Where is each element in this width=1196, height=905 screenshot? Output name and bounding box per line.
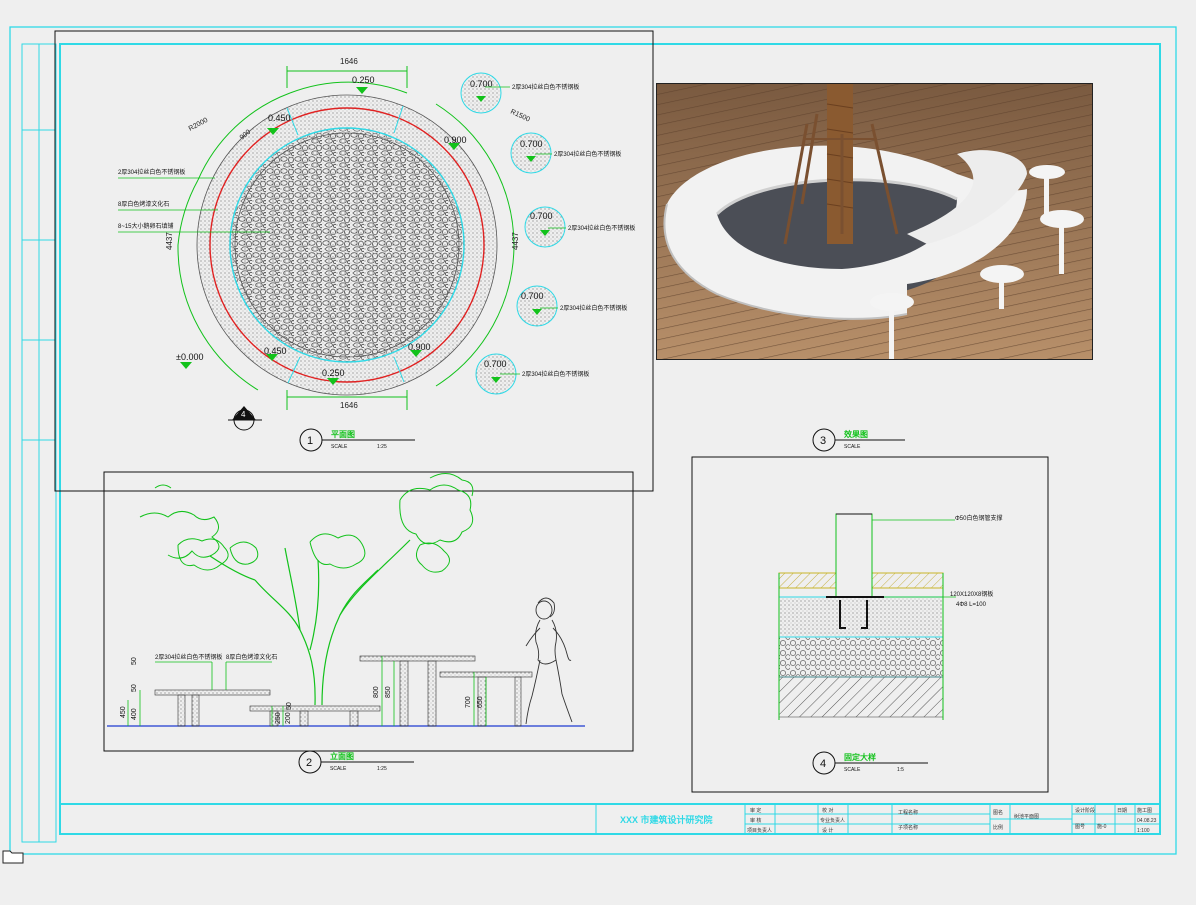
tb-row-1: 审 定	[750, 807, 761, 814]
plan-dim-top: 1646	[340, 57, 358, 66]
tb-date: 04.08.23	[1137, 818, 1157, 824]
level-seat-top: 0.250	[352, 75, 375, 85]
plan-note-steel: 2厚304拉丝白色不锈钢板	[118, 168, 185, 176]
plan-note-stone: 8厚白色烤漆文化石	[118, 200, 169, 208]
stool-note-4: 2厚304拉丝白色不锈钢板	[560, 304, 627, 312]
detail-note-plate: 120X120X8钢板	[950, 590, 993, 598]
plan-dim-right: 4437	[511, 232, 520, 250]
level-ll: 0.450	[264, 346, 287, 356]
level-ul: 0.450	[268, 113, 291, 123]
elev-dim-3: 450	[120, 706, 127, 718]
elevation-view: 50 400 450 50 250 200 800 850 700 650 50…	[107, 473, 585, 774]
plan-number: 1	[307, 435, 313, 447]
plan-note-pebble: 8~15大小鹅卵石填铺	[118, 222, 174, 230]
elevation-title: 立面图	[330, 751, 354, 761]
tb-cell-date: 日期	[1117, 808, 1127, 814]
render-scale-label: SCALE	[844, 444, 861, 450]
tb-sheet-no: 施-0	[1097, 823, 1107, 830]
level-ground: ±0.000	[176, 352, 203, 362]
render-title: 效果图	[844, 429, 868, 439]
tb-drawing-name: 树池平面图	[1014, 813, 1039, 820]
stool-note-3: 2厚304拉丝白色不锈钢板	[568, 224, 635, 232]
plan-scale: 1:25	[377, 444, 387, 450]
detail-title: 固定大样	[844, 752, 876, 762]
detail-scale: 1:5	[897, 767, 904, 773]
tb-cell-subitem: 子项名称	[898, 824, 918, 831]
tb-cell-scale: 比例	[993, 824, 1003, 831]
elev-dim-11: 50	[131, 657, 138, 665]
tb-cell-project: 工程名称	[898, 809, 918, 816]
plan-scale-label: SCALE	[331, 444, 348, 450]
plan-dim-left: 4437	[165, 232, 174, 250]
level-ur: 0.900	[444, 135, 467, 145]
elev-dim-5: 250	[275, 712, 282, 724]
elevation-number: 2	[306, 757, 312, 769]
section-mark-number: 4	[241, 410, 246, 419]
stool-level-4: 0.700	[521, 291, 544, 301]
level-seat-bottom: 0.250	[322, 368, 345, 378]
elev-note-steel: 2厚304拉丝白色不锈钢板	[155, 653, 222, 661]
elevation-scale: 1:25	[377, 766, 387, 772]
elev-dim-4: 50	[286, 702, 293, 710]
detail-number: 4	[820, 758, 826, 770]
person-figure	[525, 597, 573, 725]
detail-note-bolt: 4Φ8 L=100	[956, 602, 987, 608]
company-name: XXX 市建筑设计研究院	[620, 814, 713, 825]
elevation-scale-label: SCALE	[330, 766, 347, 772]
plan-dim-r2000: R2000	[188, 117, 210, 133]
elev-dim-1: 50	[131, 684, 138, 692]
detail-note-pipe: Φ50白色钢管支撑	[955, 514, 1002, 522]
tb-row-3: 项目负责人	[747, 827, 772, 834]
tb-cell-stage: 设计阶段	[1075, 807, 1095, 814]
tb-cell-number: 图号	[1075, 824, 1085, 830]
stool-note-5: 2厚304拉丝白色不锈钢板	[522, 370, 589, 378]
plan-view: 1646 1646 4437 4437 R2000 R1500 900 0.25…	[118, 57, 635, 452]
render-number: 3	[820, 435, 826, 447]
elev-dim-2: 400	[131, 708, 138, 720]
elev-note-stone: 8厚白色烤漆文化石	[226, 653, 277, 661]
detail-scale-label: SCALE	[844, 767, 861, 773]
stool-note-2: 2厚304拉丝白色不锈钢板	[554, 150, 621, 158]
stool-level-5: 0.700	[484, 359, 507, 369]
folder-icon[interactable]	[2, 848, 24, 864]
elev-dim-6: 200	[285, 712, 292, 724]
detail-view: Φ50白色钢管支撑 120X120X8钢板 4Φ8 L=100 4 固定大样 S…	[778, 513, 1002, 775]
tb-row2-1: 校 对	[822, 807, 833, 814]
tb-stage: 施工图	[1137, 807, 1152, 814]
render-image	[656, 83, 1093, 360]
render-view-title: 3 效果图 SCALE	[812, 428, 905, 452]
tb-cell-drawing: 图名	[993, 809, 1003, 816]
tb-scale: 1:100	[1137, 828, 1150, 834]
tb-row2-2: 专业负责人	[820, 817, 845, 824]
plan-dim-bottom: 1646	[340, 401, 358, 410]
stool-level-2: 0.700	[520, 139, 543, 149]
binding-strip	[21, 43, 57, 843]
tb-row2-3: 设 计	[822, 827, 833, 834]
stool-level-1: 0.700	[470, 79, 493, 89]
elev-dim-10: 650	[477, 696, 484, 708]
tb-row-2: 审 核	[750, 817, 761, 824]
title-block-text: XXX 市建筑设计研究院 审 定 审 核 项目负责人 校 对 专业负责人 设 计…	[620, 807, 1157, 834]
plan-title: 平面图	[331, 430, 355, 439]
elev-dim-9: 700	[465, 696, 472, 708]
stool-level-3: 0.700	[530, 211, 553, 221]
plan-dim-r1500: R1500	[509, 108, 531, 123]
stool-note-1: 2厚304拉丝白色不锈钢板	[512, 83, 579, 91]
elev-dim-7: 800	[373, 686, 380, 698]
elev-dim-8: 850	[385, 686, 392, 698]
level-lr: 0.900	[408, 342, 431, 352]
